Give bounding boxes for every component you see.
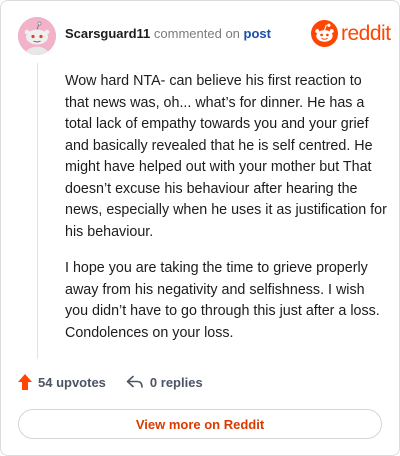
view-more-button[interactable]: View more on Reddit: [18, 409, 382, 439]
reddit-wordmark: reddit: [341, 21, 391, 45]
upvote-arrow-icon: [18, 374, 32, 390]
comment-header: Scarsguard11 commented on post: [65, 26, 271, 41]
reddit-logo[interactable]: reddit: [311, 20, 391, 47]
embedded-comment-card: Scarsguard11 commented on post reddit Wo…: [0, 0, 400, 456]
username-link[interactable]: Scarsguard11: [65, 26, 150, 41]
comment-paragraph: Wow hard NTA- can believe his first reac…: [65, 73, 387, 240]
avatar[interactable]: [18, 17, 56, 55]
post-link[interactable]: post: [244, 26, 271, 41]
upvote-count: 54 upvotes: [38, 374, 106, 390]
reddit-snoo-icon: [311, 20, 338, 47]
commented-on-text: commented on: [153, 26, 240, 41]
comment-body: Wow hard NTA- can believe his first reac…: [65, 71, 387, 359]
reply-count: 0 replies: [149, 374, 203, 390]
comment-paragraph: I hope you are taking the time to grieve…: [65, 260, 380, 341]
reply-arrow-icon: [126, 375, 143, 388]
reply-action[interactable]: 0 replies: [126, 375, 203, 390]
upvote-action[interactable]: 54 upvotes: [18, 374, 106, 390]
comment-actions: 54 upvotes 0 replies: [18, 374, 203, 390]
thread-line: [37, 63, 38, 359]
snoo-avatar-icon: [18, 17, 56, 55]
